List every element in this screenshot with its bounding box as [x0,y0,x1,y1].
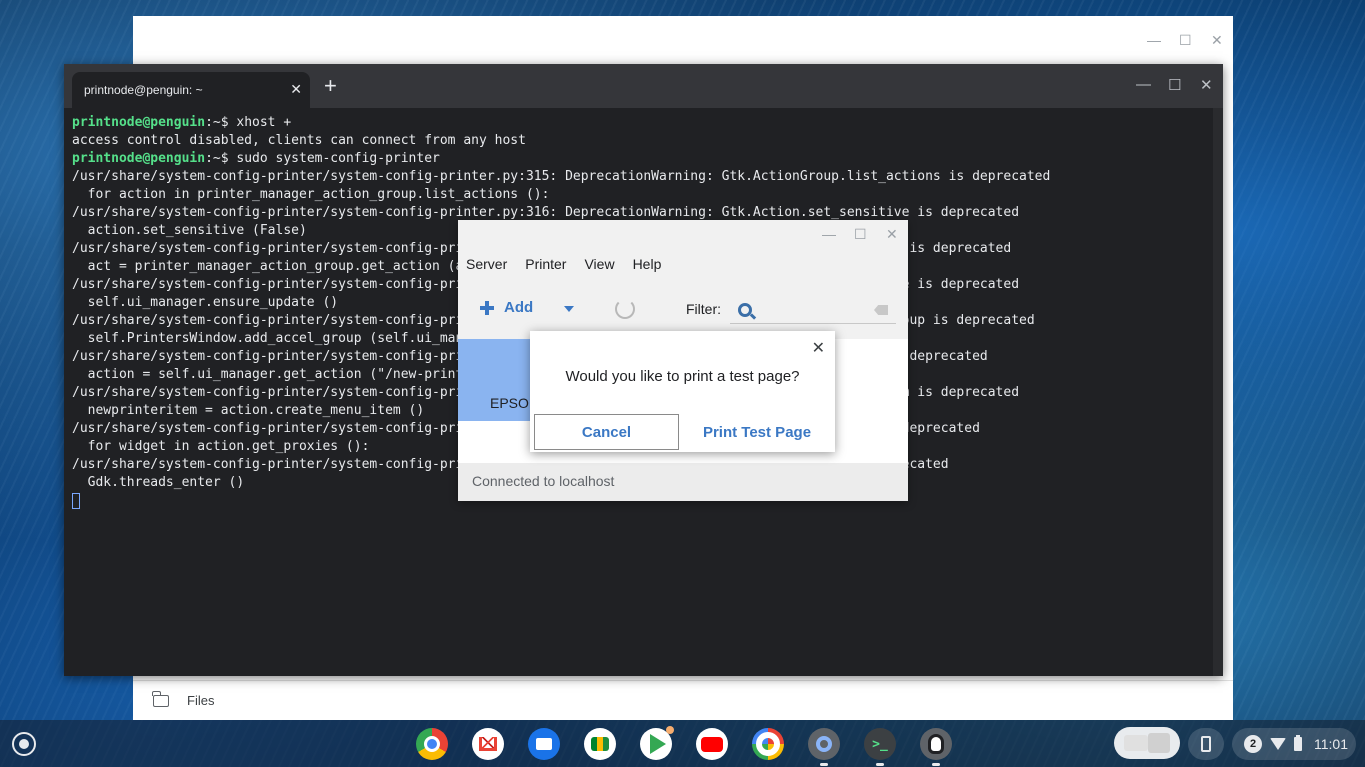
chevron-down-icon[interactable] [564,306,574,312]
add-printer-label: Add [504,299,534,316]
terminal-line: printnode@penguin:~$ xhost + [72,114,1212,132]
files-minimize-button[interactable]: — [1147,32,1161,48]
battery-icon [1294,735,1302,751]
plus-icon [480,300,494,315]
notification-count-badge: 2 [1244,735,1262,753]
holding-space-tray[interactable] [1114,727,1180,759]
refresh-icon[interactable] [615,299,635,319]
printer-toolbar: Add Filter: [458,290,908,330]
printer-close-button[interactable]: ✕ [886,226,898,243]
command-text: xhost + [236,115,292,130]
terminal-maximize-button[interactable]: ☐ [1168,76,1181,94]
folder-icon [152,690,169,707]
filter-label: Filter: [686,301,721,317]
terminal-cursor [72,492,80,509]
menu-help[interactable]: Help [633,256,662,272]
penguin-app[interactable] [920,728,952,766]
search-icon [738,302,752,317]
files-footer: Files [133,680,1233,720]
terminal-titlebar: printnode@penguin: ~ ✕ + — ☐ ✕ [64,64,1223,108]
terminal-close-button[interactable]: ✕ [1200,76,1213,94]
meet-app[interactable] [584,728,616,760]
youtube-app[interactable] [696,728,728,760]
files-maximize-button[interactable]: ☐ [1179,32,1192,49]
filter-field [730,296,896,324]
test-page-dialog: ✕ Would you like to print a test page? C… [530,331,835,452]
play-app[interactable] [640,726,674,760]
status-bar: Connected to localhost [458,463,908,501]
phone-hub-button[interactable] [1188,728,1224,760]
print-test-page-button[interactable]: Print Test Page [683,414,831,450]
files-app[interactable] [528,728,560,760]
wifi-icon [1270,738,1286,750]
printer-menubar: Server Printer View Help [466,256,661,272]
clear-filter-icon[interactable] [874,305,888,315]
terminal-line: access control disabled, clients can con… [72,133,526,148]
launcher-button[interactable] [12,732,36,756]
status-tray[interactable]: 2 11:01 [1232,728,1356,760]
terminal-tab[interactable]: printnode@penguin: ~ ✕ [72,72,310,108]
terminal-line: for action in printer_manager_action_gro… [72,187,550,202]
tab-close-icon[interactable]: ✕ [290,81,302,98]
terminal-tab-title: printnode@penguin: ~ [84,83,203,97]
terminal-minimize-button[interactable]: — [1136,76,1151,93]
files-footer-label[interactable]: Files [187,693,214,708]
chrome-app[interactable] [416,728,448,760]
new-tab-button[interactable]: + [324,75,337,97]
prompt-user: printnode@penguin [72,115,206,130]
phone-icon [1201,736,1211,752]
printer-maximize-button[interactable]: ☐ [854,226,867,243]
menu-server[interactable]: Server [466,256,507,272]
printer-window-titlebar: — ☐ ✕ [458,220,908,250]
cancel-button[interactable]: Cancel [534,414,679,450]
clock: 11:01 [1314,736,1348,752]
dialog-message: Would you like to print a test page? [565,368,800,385]
prompt-user: printnode@penguin [72,151,206,166]
prompt-path: :~$ [205,115,237,130]
add-printer-button[interactable]: Add [480,299,533,316]
terminal-app[interactable]: >_ [864,728,896,766]
prompt-path: :~$ [205,151,237,166]
dialog-close-icon[interactable]: ✕ [812,338,825,358]
gmail-app[interactable] [472,728,504,760]
filter-input[interactable] [758,297,868,322]
terminal-scrollbar[interactable] [1213,108,1223,676]
terminal-line: /usr/share/system-config-printer/system-… [72,169,1051,184]
menu-printer[interactable]: Printer [525,256,566,272]
terminal-line: printnode@penguin:~$ sudo system-config-… [72,150,1212,168]
printer-minimize-button[interactable]: — [822,226,836,242]
printer-item[interactable]: EPSON [458,339,539,421]
settings-app[interactable] [808,728,840,766]
photos-app[interactable] [752,728,784,760]
menu-view[interactable]: View [584,256,614,272]
files-close-button[interactable]: ✕ [1211,32,1223,49]
command-text: sudo system-config-printer [236,151,440,166]
